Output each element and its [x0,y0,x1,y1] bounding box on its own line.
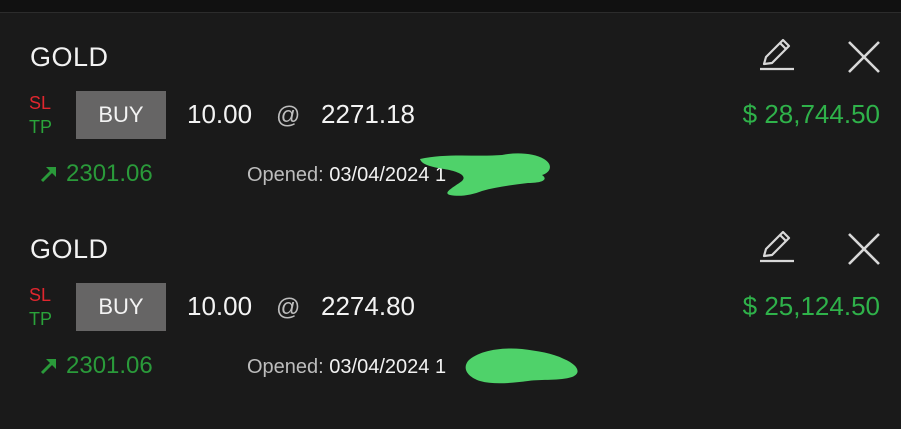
position-row[interactable]: GOLD SL TP BUY 10.00 @ 2271.18 $ 28,744.… [0,13,901,201]
symbol-label: GOLD [30,234,109,264]
current-price-value: 2301.06 [66,352,153,379]
redaction-scribble [420,153,550,196]
sl-tp-labels[interactable]: SL TP [29,283,52,331]
open-price-value: 2271.18 [321,99,415,129]
top-divider [0,0,901,13]
side-buy-badge[interactable]: BUY [76,283,166,331]
at-symbol: @ [276,294,301,321]
opened-timestamp: Opened: 03/04/2024 1 [247,355,446,379]
pencil-edit-icon [760,38,794,71]
symbol-label: GOLD [30,42,109,72]
close-x-icon [848,41,880,73]
close-x-icon [848,233,880,265]
current-price: 2301.06 [38,351,153,381]
take-profit-label: TP [29,117,53,137]
stop-loss-label: SL [29,285,52,305]
redaction-scribble [465,348,578,384]
arrow-up-right-icon [40,359,56,375]
close-position-button[interactable] [844,229,884,269]
take-profit-label: TP [29,309,53,329]
arrow-up-right-icon [40,167,56,183]
edit-position-button[interactable] [756,225,798,267]
opened-label: Opened: [247,356,324,378]
position-row[interactable]: GOLD SL TP BUY 10.00 @ 2274.80 $ 25,124.… [0,205,901,393]
stop-loss-label: SL [29,93,52,113]
profit-value: $ 25,124.50 [742,291,880,321]
sl-tp-labels[interactable]: SL TP [29,91,52,139]
current-price-value: 2301.06 [66,160,153,187]
side-buy-badge[interactable]: BUY [76,91,166,139]
opened-value: 03/04/2024 1 [329,356,447,378]
at-symbol: @ [276,102,301,129]
open-price-value: 2274.80 [321,291,415,321]
volume-value: 10.00 [187,291,253,321]
pencil-edit-icon [760,230,794,263]
edit-position-button[interactable] [756,33,798,75]
profit-value: $ 28,744.50 [742,99,880,129]
opened-label: Opened: [247,164,324,186]
close-position-button[interactable] [844,37,884,77]
volume-value: 10.00 [187,99,253,129]
current-price: 2301.06 [38,159,153,189]
